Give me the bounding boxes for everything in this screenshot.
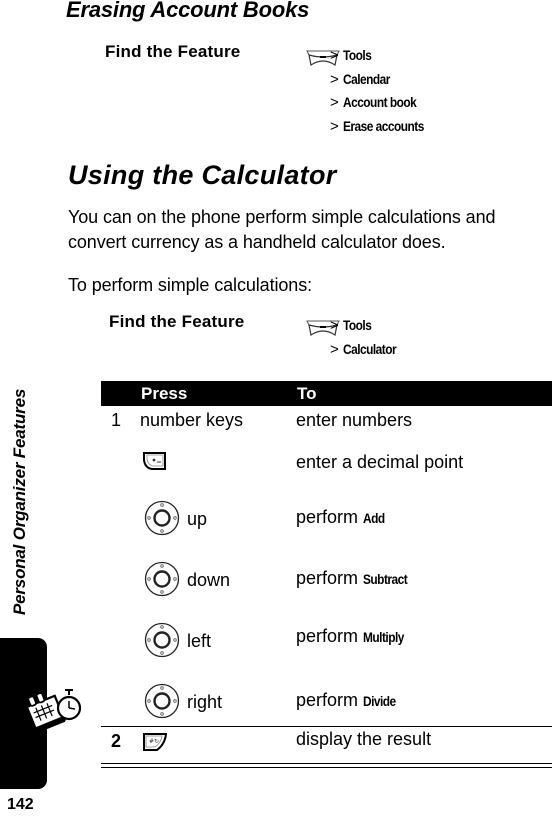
intro-line: convert currency as a handheld calculato…	[68, 232, 446, 252]
to-cell: enter a decimal point	[296, 452, 464, 472]
to-cell: perform Subtract	[296, 568, 408, 588]
column-header-press: Press	[141, 384, 188, 403]
path-step[interactable]: > Erase accounts	[330, 115, 438, 139]
path-step[interactable]: > Calculator	[330, 338, 405, 362]
to-cell: enter numbers	[296, 410, 413, 430]
nav-key-icon	[144, 500, 180, 536]
press-cell: down	[187, 570, 231, 590]
to-cell: display the result	[296, 729, 432, 749]
section-heading-erasing-account-books: Erasing Account Books	[66, 0, 310, 22]
nav-key-icon	[144, 561, 180, 597]
intro-paragraph: You can on the phone perform simple calc…	[68, 205, 496, 255]
calculator-function: Multiply	[363, 629, 404, 645]
right-soft-key-icon: # ↻	[143, 733, 168, 751]
path-step[interactable]: > Account book	[330, 91, 438, 115]
side-tab-title: Personal Organizer Features	[10, 388, 29, 615]
path-step[interactable]: > Calendar	[330, 68, 438, 92]
calculator-function: Divide	[363, 693, 396, 709]
feature-path-erase-accounts: > Tools > Calendar > Account book > Erase ac…	[330, 44, 438, 138]
row-divider	[101, 726, 552, 727]
to-cell: perform Add	[296, 507, 385, 527]
calculator-function: Add	[363, 510, 385, 526]
column-header-to: To	[297, 384, 317, 403]
path-step[interactable]: > Tools	[330, 314, 405, 338]
lead-paragraph: To perform simple calculations:	[68, 275, 312, 295]
feature-path-calculator: > Tools > Calculator	[330, 314, 405, 361]
table-header: Press To	[101, 381, 552, 406]
svg-text:↻: ↻	[154, 738, 159, 745]
find-feature-label: Find the Feature	[109, 312, 245, 331]
table-bottom-rule	[101, 767, 552, 768]
press-cell: number keys	[140, 410, 244, 430]
calculator-function: Subtract	[363, 571, 408, 587]
nav-key-icon	[144, 622, 180, 658]
nav-key-icon	[144, 683, 180, 719]
step-number: 2	[111, 731, 122, 751]
press-cell: up	[187, 509, 208, 529]
section-heading-using-calculator: Using the Calculator	[68, 160, 337, 190]
press-cell: left	[187, 631, 212, 651]
page-number: 142	[7, 796, 34, 813]
intro-line: You can on the phone perform simple calc…	[68, 207, 496, 227]
organizer-calendar-stopwatch-icon	[25, 689, 82, 733]
to-cell: perform Divide	[296, 690, 396, 710]
to-cell: perform Multiply	[296, 626, 404, 646]
find-feature-label: Find the Feature	[105, 42, 241, 61]
table-bottom-rule	[101, 763, 552, 764]
press-cell: right	[187, 692, 223, 712]
step-number: 1	[111, 410, 122, 430]
left-soft-key-icon	[143, 452, 166, 470]
path-step[interactable]: > Tools	[330, 44, 438, 68]
